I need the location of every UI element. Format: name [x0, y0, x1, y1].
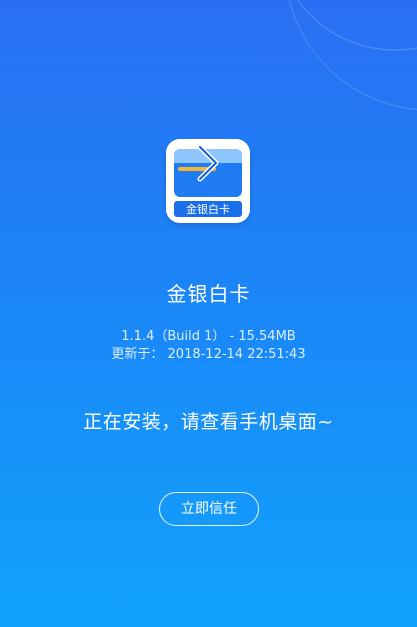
- app-icon: 金银白卡: [166, 139, 250, 223]
- version-info: 1.1.4（Build 1） - 15.54MB: [121, 329, 296, 344]
- trust-now-button[interactable]: 立即信任: [159, 492, 259, 526]
- install-screen: 金银白卡 金银白卡 1.1.4（Build 1） - 15.54MB 更新于： …: [0, 0, 417, 627]
- update-time: 更新于： 2018-12-14 22:51:43: [111, 347, 306, 362]
- app-name: 金银白卡: [166, 282, 251, 306]
- install-status-message: 正在安装，请查看手机桌面~: [83, 411, 334, 433]
- app-icon-label: 金银白卡: [186, 202, 230, 216]
